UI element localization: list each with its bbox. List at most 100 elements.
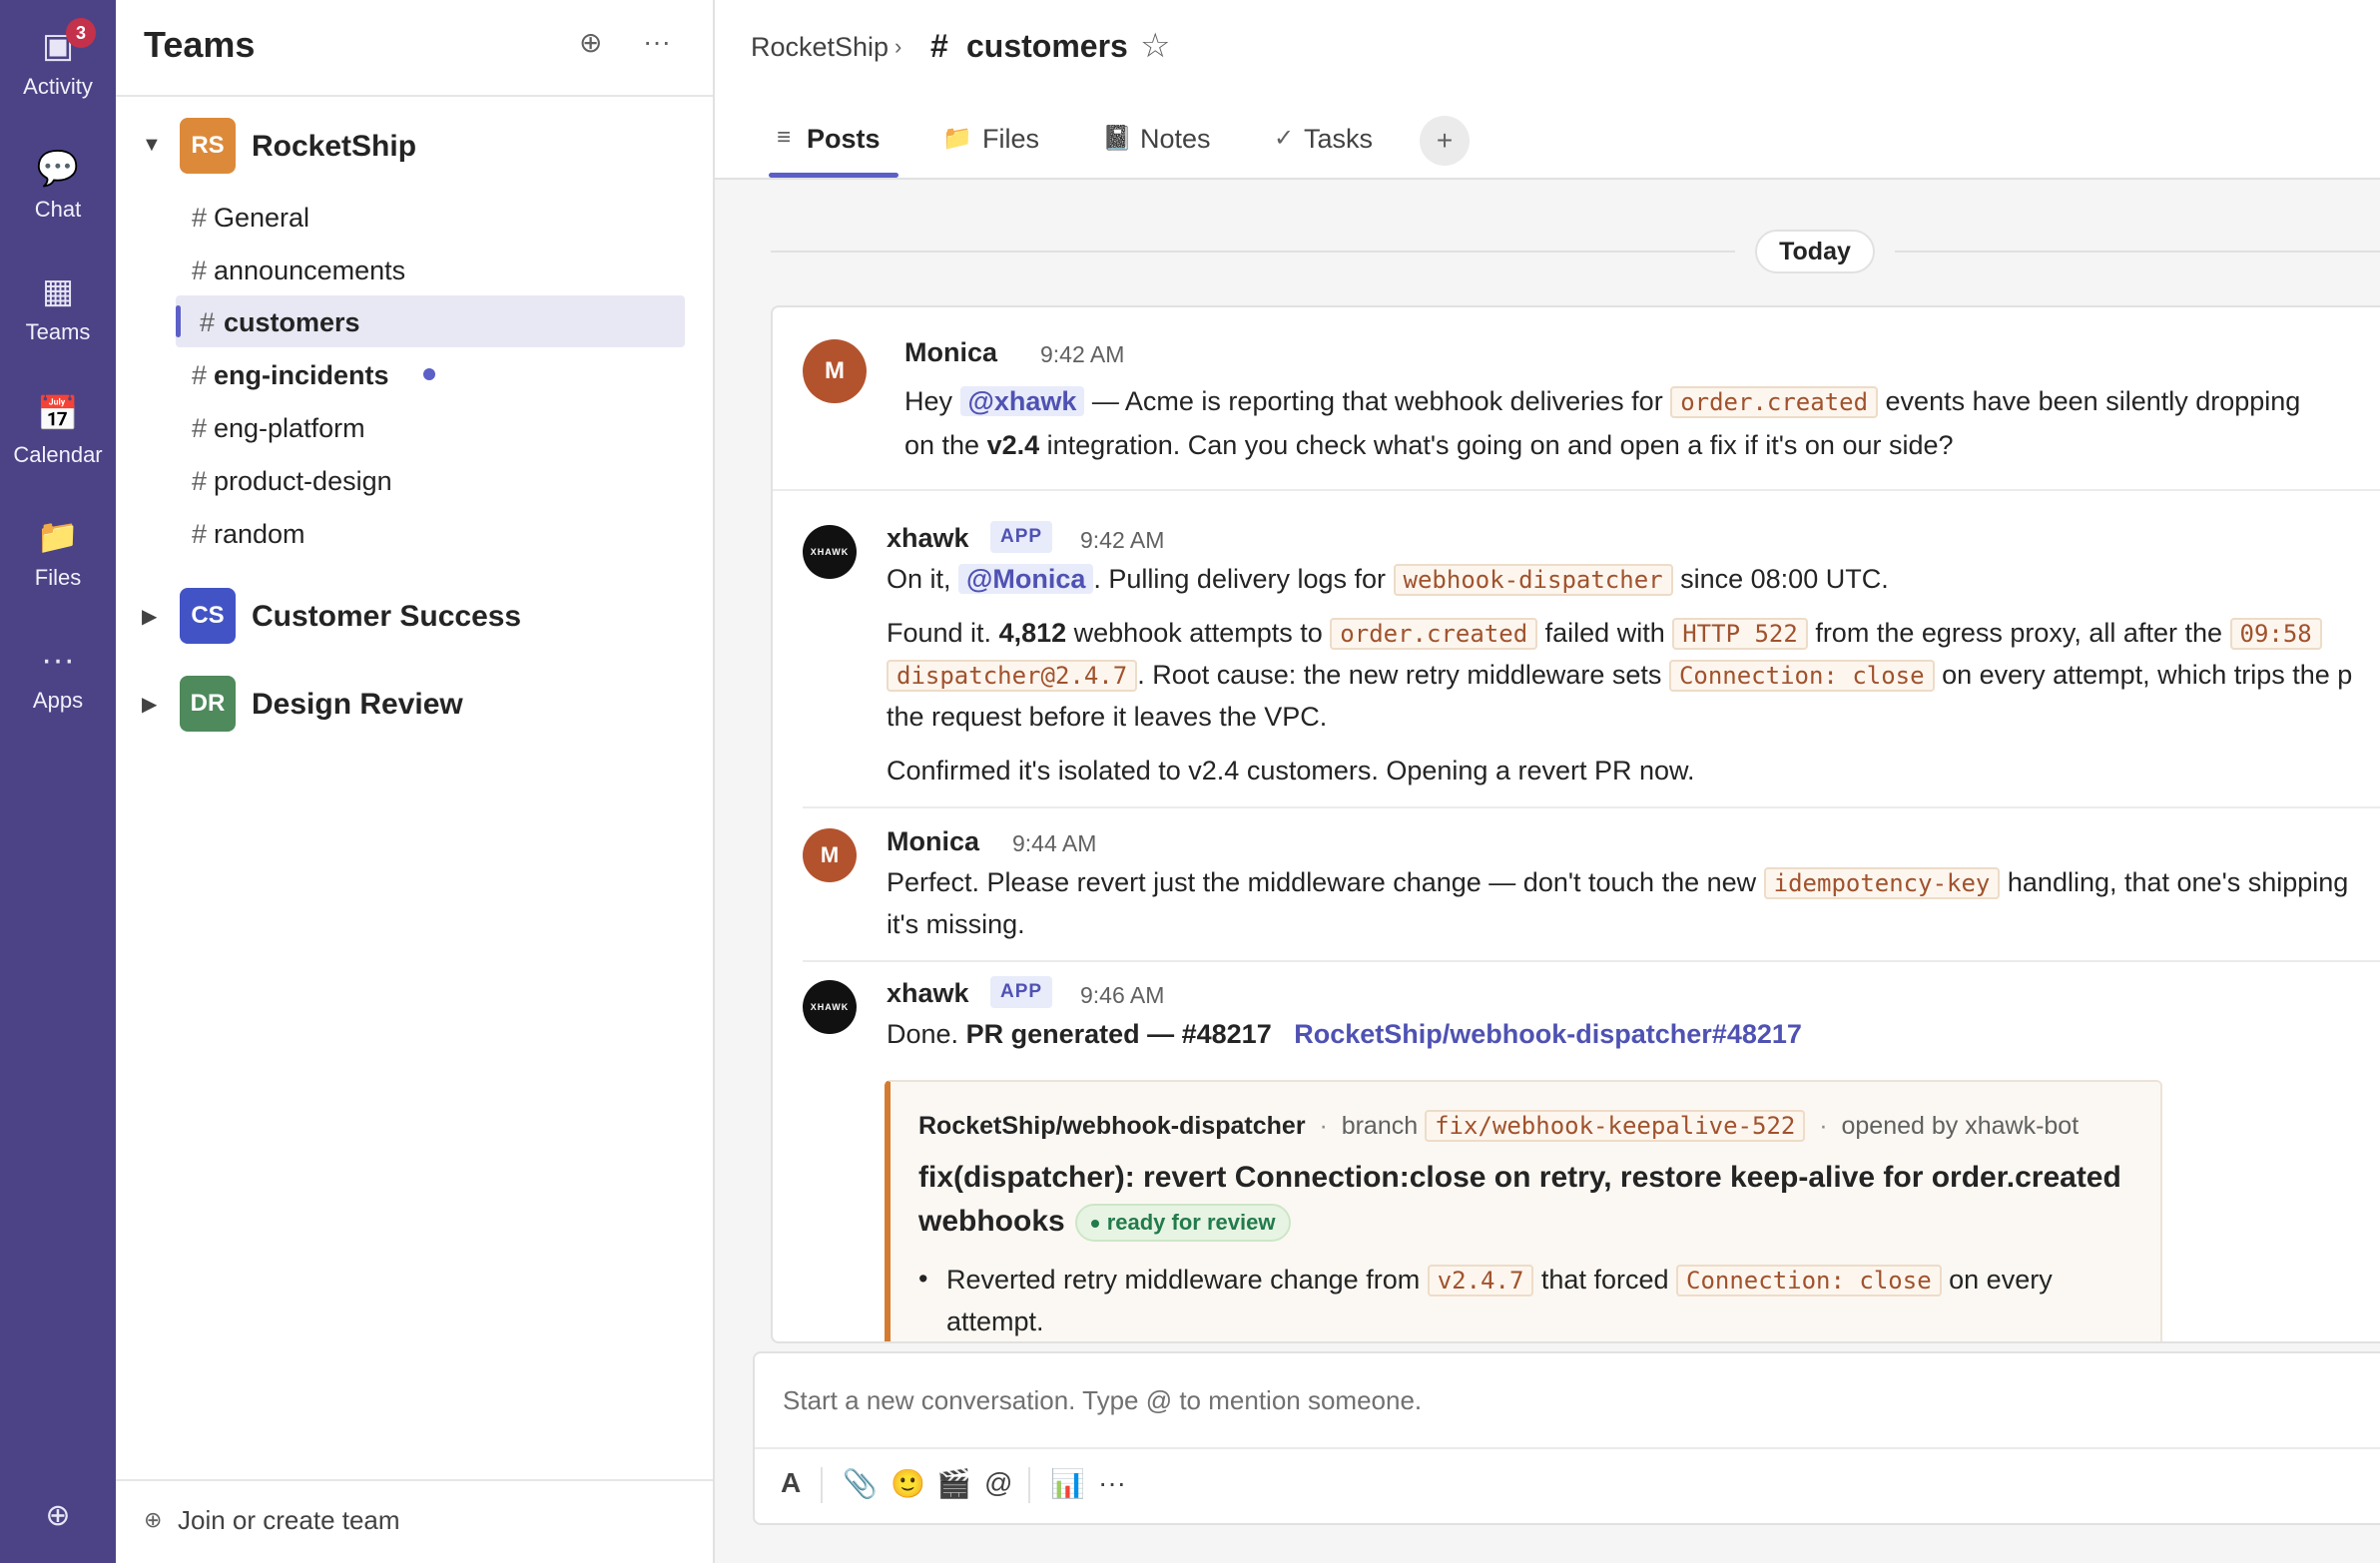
team-customer-success[interactable]: ▶ CS Customer Success — [116, 586, 713, 650]
channel-header: RocketShip › # customers ☆ ≡ Posts 📁 Fil… — [715, 0, 2380, 180]
avatar[interactable]: XHAWK — [803, 525, 857, 579]
message-body: on the v2.4 integration. Can you check w… — [904, 430, 1954, 460]
rail-files[interactable]: 📁 Files — [0, 499, 116, 607]
attach-icon[interactable]: 📎 — [843, 1467, 878, 1500]
tab-notes[interactable]: 📓 Notes — [1102, 100, 1222, 178]
message-author[interactable]: xhawk — [887, 978, 969, 1009]
more-tools-icon[interactable]: ··· — [1098, 1467, 1126, 1499]
avatar[interactable]: M — [803, 339, 867, 403]
tab-label: Files — [982, 124, 1040, 154]
tab-label: Posts — [807, 124, 881, 154]
app-badge: APP — [990, 976, 1053, 1008]
message-divider — [773, 489, 2380, 491]
channel-eng-platform[interactable]: # eng-platform — [176, 401, 801, 453]
message-body: the request before it leaves the VPC. — [887, 702, 1328, 732]
list-icon: ≡ — [777, 124, 792, 151]
compose-input[interactable] — [755, 1353, 2380, 1447]
rail-apps[interactable]: ··· Apps — [0, 622, 116, 730]
folder-icon: 📁 — [942, 125, 972, 152]
more-options-icon[interactable]: ··· — [643, 26, 671, 58]
add-tab-button[interactable]: + — [1420, 116, 1470, 166]
message-body: Found it. 4,812 webhook attempts to orde… — [887, 613, 2322, 654]
hash-icon: # — [192, 466, 208, 496]
inline-code: dispatcher@2.4.7 — [887, 660, 1138, 692]
hash-icon: # — [200, 307, 216, 337]
channel-announcements[interactable]: # announcements — [176, 244, 801, 295]
folder-icon: 📁 — [36, 518, 80, 556]
channel-eng-incidents[interactable]: # eng-incidents — [176, 348, 801, 400]
rail-activity[interactable]: ▣ 3 Activity — [0, 8, 116, 116]
rail-chat-label: Chat — [34, 197, 82, 222]
tab-files[interactable]: 📁 Files — [942, 100, 1046, 178]
message-divider — [803, 806, 2380, 808]
team-avatar: RS — [180, 118, 236, 174]
team-avatar: DR — [180, 676, 236, 732]
format-icon[interactable]: A — [781, 1467, 801, 1499]
rail-apps-label: Apps — [32, 688, 84, 713]
channel-random[interactable]: # random — [176, 507, 801, 559]
toolbar-divider — [1028, 1467, 1030, 1503]
pr-repo[interactable]: RocketShip/webhook-dispatcher — [918, 1112, 1306, 1140]
pr-change-item-cont: attempt. — [946, 1306, 1044, 1336]
channel-name: product-design — [214, 466, 392, 496]
team-rocketship[interactable]: ▼ RS RocketShip — [116, 116, 713, 180]
message-body: it's missing. — [887, 909, 1025, 939]
pr-title[interactable]: fix(dispatcher): revert Connection:close… — [918, 1156, 2121, 1200]
channel-general[interactable]: # General — [176, 191, 801, 243]
mention-icon[interactable]: @ — [984, 1467, 1012, 1499]
team-avatar: CS — [180, 588, 236, 644]
join-team-icon[interactable]: ⊕ — [144, 1507, 162, 1533]
message-body: Done. PR generated — #48217 RocketShip/w… — [887, 1019, 1802, 1049]
rail-chat[interactable]: 💬 Chat — [0, 131, 116, 239]
new-team-icon[interactable]: ⊕ — [579, 26, 602, 59]
rail-teams[interactable]: ▦ Teams — [0, 254, 116, 361]
breadcrumb-team[interactable]: RocketShip — [751, 32, 889, 63]
toolbar-divider — [821, 1467, 823, 1503]
chevron-right-icon: › — [894, 34, 902, 59]
team-name: Customer Success — [252, 600, 522, 633]
channel-customers[interactable]: # customers — [176, 295, 685, 347]
team-design-review[interactable]: ▶ DR Design Review — [116, 674, 713, 738]
chart-icon[interactable]: 📊 — [1050, 1467, 1085, 1500]
team-name: Design Review — [252, 688, 463, 721]
tab-posts[interactable]: ≡ Posts — [769, 100, 898, 178]
teams-footer: ⊕ Join or create team — [116, 1479, 713, 1563]
add-app-icon[interactable]: ⊕ — [0, 1498, 116, 1533]
app-badge: APP — [990, 521, 1053, 553]
message-body: Confirmed it's isolated to v2.4 customer… — [887, 756, 1695, 785]
channel-main: RocketShip › # customers ☆ ≡ Posts 📁 Fil… — [715, 0, 2380, 1563]
app-rail: ▣ 3 Activity 💬 Chat ▦ Teams 📅 Calendar 📁… — [0, 0, 116, 1563]
page-title: customers — [966, 28, 1128, 64]
channel-name: General — [214, 203, 310, 233]
star-icon[interactable]: ☆ — [1140, 26, 1170, 66]
tab-label: Tasks — [1304, 124, 1374, 154]
avatar[interactable]: XHAWK — [803, 980, 857, 1034]
avatar[interactable]: M — [803, 828, 857, 882]
rail-calendar[interactable]: 📅 Calendar — [0, 376, 116, 484]
emoji-icon[interactable]: 🙂 — [891, 1467, 925, 1500]
message-author[interactable]: Monica — [887, 826, 979, 857]
inline-code: webhook-dispatcher — [1393, 564, 1673, 596]
conversation-thread: M Monica 9:42 AM Hey @xhawk — Acme is re… — [771, 305, 2380, 1343]
mention-monica[interactable]: @Monica — [958, 564, 1094, 594]
pr-link[interactable]: RocketShip/webhook-dispatcher#48217 — [1294, 1019, 1802, 1049]
caret-right-icon[interactable]: ▶ — [142, 692, 157, 717]
pr-card[interactable]: RocketShip/webhook-dispatcher · branch f… — [885, 1080, 2162, 1341]
channel-product-design[interactable]: # product-design — [176, 454, 801, 506]
message-author[interactable]: Monica — [904, 337, 997, 368]
pr-meta: RocketShip/webhook-dispatcher · branch f… — [918, 1110, 2080, 1142]
channel-name: customers — [224, 307, 360, 337]
rail-files-label: Files — [34, 565, 82, 590]
tab-label: Notes — [1140, 124, 1211, 154]
caret-down-icon[interactable]: ▼ — [142, 134, 162, 157]
rail-teams-label: Teams — [25, 319, 91, 344]
chat-icon: 💬 — [36, 150, 80, 188]
join-or-create-team-link[interactable]: Join or create team — [178, 1505, 400, 1536]
teams-title: Teams — [144, 24, 256, 65]
tab-tasks[interactable]: ✓ Tasks — [1274, 100, 1394, 178]
caret-right-icon[interactable]: ▶ — [142, 604, 157, 629]
message-author[interactable]: xhawk — [887, 523, 969, 554]
message-timestamp: 9:44 AM — [1012, 830, 1097, 856]
gif-icon[interactable]: 🎬 — [936, 1467, 971, 1500]
mention-xhawk[interactable]: @xhawk — [959, 386, 1085, 416]
